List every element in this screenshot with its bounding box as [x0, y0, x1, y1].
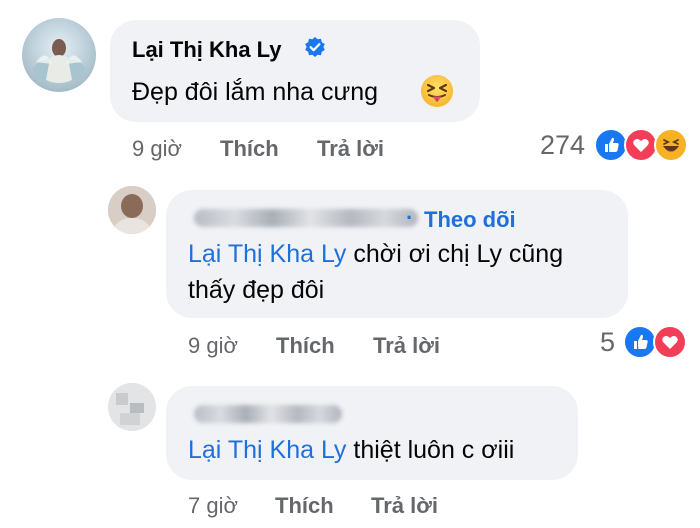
- avatar-reply-2[interactable]: [108, 383, 156, 431]
- reply-bubble: · Theo dõi Lại Thị Kha Ly chời ơi chị Ly…: [166, 190, 628, 318]
- love-reaction-icon: [653, 325, 687, 359]
- reply-button[interactable]: Trả lời: [371, 493, 438, 519]
- reply-button[interactable]: Trả lời: [317, 136, 384, 162]
- mention-link[interactable]: Lại Thị Kha Ly: [188, 240, 346, 268]
- verified-badge-icon: [304, 36, 326, 58]
- reactions-summary[interactable]: [623, 325, 693, 361]
- reply-button[interactable]: Trả lời: [373, 333, 440, 359]
- squinting-tongue-emoji: [420, 74, 454, 108]
- reaction-count[interactable]: 274: [540, 130, 585, 161]
- like-button[interactable]: Thích: [220, 136, 279, 162]
- reply-time[interactable]: 9 giờ: [188, 333, 238, 359]
- avatar-photo: [33, 39, 85, 83]
- like-reaction-icon: [594, 128, 628, 162]
- avatar-reply-1[interactable]: [108, 186, 156, 234]
- like-button[interactable]: Thích: [276, 333, 335, 359]
- haha-reaction-icon: [654, 128, 688, 162]
- like-reaction-icon: [623, 325, 657, 359]
- reply-text: Lại Thị Kha Ly chời ơi chị Ly cũng thấy …: [188, 236, 618, 308]
- reply-time[interactable]: 7 giờ: [188, 493, 238, 519]
- comment-bubble: Lại Thị Kha Ly Đẹp đôi lắm nha cưng: [110, 20, 480, 122]
- mention-link[interactable]: Lại Thị Kha Ly: [188, 436, 346, 464]
- reply-text-line1: chời ơi chị Ly cũng: [353, 240, 564, 268]
- comment-time[interactable]: 9 giờ: [132, 136, 182, 161]
- reply-text: Lại Thị Kha Ly thiệt luôn c ơiii: [188, 432, 568, 468]
- comment-author[interactable]: Lại Thị Kha Ly: [132, 37, 282, 63]
- reply-text-line2: thấy đẹp đôi: [188, 276, 325, 304]
- like-button[interactable]: Thích: [275, 493, 334, 519]
- reply-text-body: thiệt luôn c ơiii: [353, 436, 515, 464]
- blurred-author-name[interactable]: [194, 209, 418, 227]
- avatar-photo: [108, 383, 156, 431]
- comment-meta: 9 giờ: [132, 136, 182, 162]
- follow-separator: ·: [406, 205, 414, 230]
- reaction-count[interactable]: 5: [600, 327, 615, 358]
- reply-bubble: Lại Thị Kha Ly thiệt luôn c ơiii: [166, 386, 578, 480]
- comment-text: Đẹp đôi lắm nha cưng: [132, 78, 379, 106]
- avatar-kha-ly[interactable]: [22, 18, 96, 92]
- blurred-author-name[interactable]: [194, 405, 342, 423]
- love-reaction-icon: [624, 128, 658, 162]
- reactions-summary[interactable]: [594, 128, 694, 164]
- avatar-photo: [108, 186, 156, 234]
- follow-button[interactable]: Theo dõi: [424, 207, 516, 233]
